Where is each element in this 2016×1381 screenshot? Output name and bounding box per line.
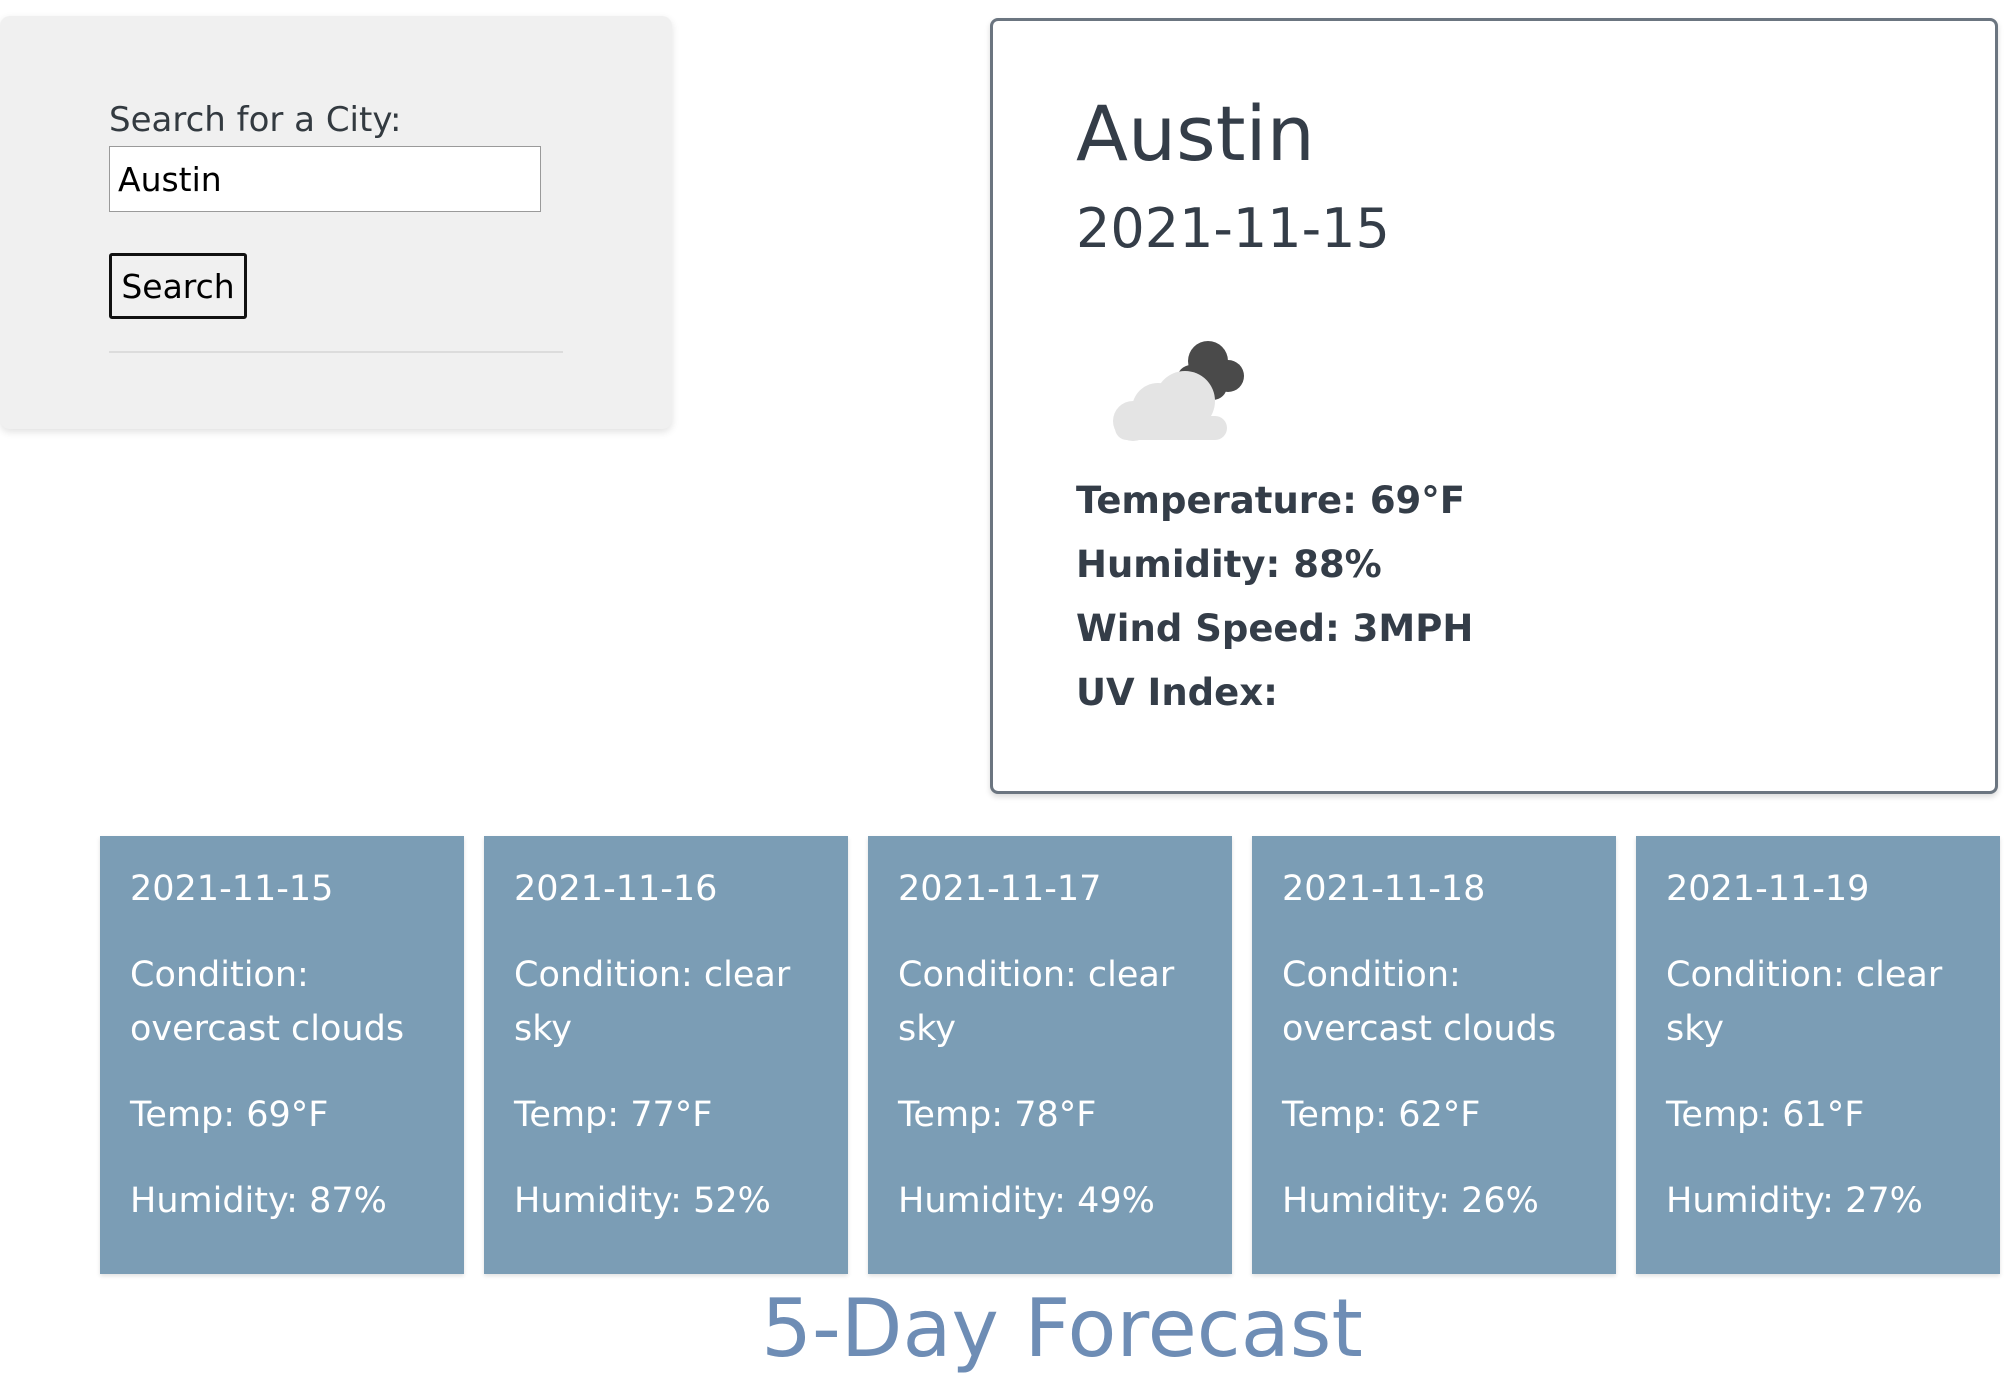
forecast-humidity: Humidity: 27%	[1666, 1181, 1923, 1221]
forecast-card-day-4: 2021-11-18 Condition: overcast clouds Te…	[1252, 836, 1616, 1274]
forecast-condition: Condition: overcast clouds	[130, 955, 405, 1049]
search-label: Search for a City:	[109, 100, 402, 140]
forecast-temp: Temp: 62°F	[1282, 1095, 1481, 1135]
forecast-card-day-1: 2021-11-15 Condition: overcast clouds Te…	[100, 836, 464, 1274]
forecast-date: 2021-11-15	[130, 869, 334, 909]
city-name: Austin	[1076, 89, 1315, 178]
forecast-condition: Condition: overcast clouds	[1282, 955, 1557, 1049]
forecast-temp: Temp: 69°F	[130, 1095, 329, 1135]
search-button[interactable]: Search	[109, 253, 247, 319]
forecast-humidity: Humidity: 52%	[514, 1181, 771, 1221]
overcast-clouds-icon	[1113, 341, 1244, 441]
search-divider	[109, 351, 563, 353]
forecast-temp: Temp: 77°F	[514, 1095, 713, 1135]
forecast-card-day-5: 2021-11-19 Condition: clear sky Temp: 61…	[1636, 836, 2000, 1274]
forecast-date: 2021-11-17	[898, 869, 1102, 909]
current-date: 2021-11-15	[1076, 197, 1390, 260]
forecast-card-day-3: 2021-11-17 Condition: clear sky Temp: 78…	[868, 836, 1232, 1274]
current-weather-card: Austin 2021-11-15 Temperature: 69°F Humi…	[990, 18, 1998, 794]
city-search-input[interactable]	[109, 146, 541, 212]
current-temperature: Temperature: 69°F	[1076, 479, 1466, 522]
forecast-date: 2021-11-16	[514, 869, 718, 909]
forecast-humidity: Humidity: 49%	[898, 1181, 1155, 1221]
forecast-humidity: Humidity: 87%	[130, 1181, 387, 1221]
forecast-temp: Temp: 78°F	[898, 1095, 1097, 1135]
forecast-condition: Condition: clear sky	[1666, 955, 1943, 1049]
current-uv-index: UV Index:	[1076, 671, 1278, 714]
search-panel: Search for a City: Search	[0, 16, 672, 429]
forecast-title: 5-Day Forecast	[761, 1282, 1363, 1375]
current-humidity: Humidity: 88%	[1076, 543, 1382, 586]
forecast-date: 2021-11-19	[1666, 869, 1870, 909]
forecast-date: 2021-11-18	[1282, 869, 1486, 909]
forecast-humidity: Humidity: 26%	[1282, 1181, 1539, 1221]
forecast-condition: Condition: clear sky	[514, 955, 791, 1049]
forecast-condition: Condition: clear sky	[898, 955, 1175, 1049]
forecast-card-day-2: 2021-11-16 Condition: clear sky Temp: 77…	[484, 836, 848, 1274]
forecast-temp: Temp: 61°F	[1666, 1095, 1865, 1135]
current-wind-speed: Wind Speed: 3MPH	[1076, 607, 1474, 650]
